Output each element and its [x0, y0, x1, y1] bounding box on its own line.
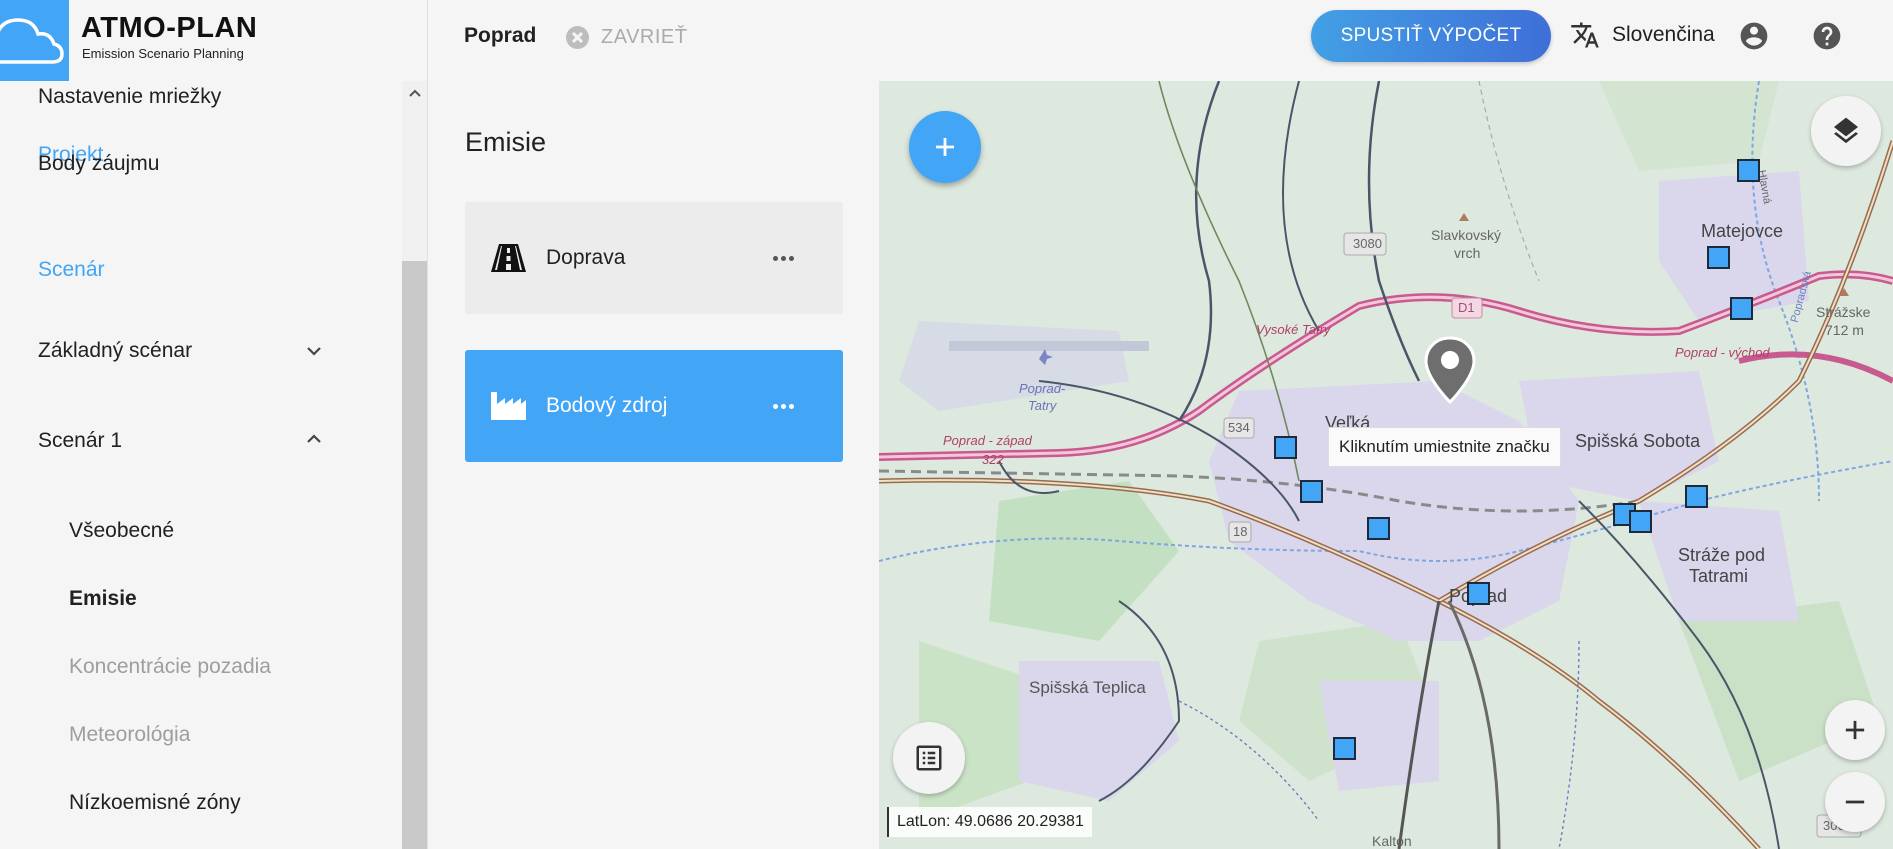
sidebar-scrollbar-thumb[interactable]	[402, 261, 427, 849]
add-source-button[interactable]	[909, 111, 981, 183]
map-label-poprad-zapad: Poprad - západ	[943, 433, 1032, 448]
sidebar-item-emissions[interactable]: Emisie	[69, 587, 137, 611]
map-label-zapad-322: 322	[982, 452, 1004, 467]
emission-marker[interactable]	[1730, 297, 1753, 320]
emissions-panel: Emisie Doprava Bodový zdroj	[429, 81, 879, 849]
more-horizontal-icon[interactable]	[773, 254, 797, 262]
map-label-strazske: Strážske	[1816, 304, 1871, 320]
sidebar-item-scenario-1[interactable]: Scenár 1	[38, 429, 122, 453]
sidebar-item-meteo[interactable]: Meteorológia	[69, 723, 190, 747]
map-label-tatry: Tatry	[1028, 398, 1057, 413]
map-layers-button[interactable]	[1811, 96, 1881, 166]
emission-marker[interactable]	[1707, 246, 1730, 269]
map-shield-d1: D1	[1458, 300, 1475, 315]
emission-marker[interactable]	[1367, 517, 1390, 540]
top-bar: Poprad ZAVRIEŤ SPUSTIŤ VÝPOČET Slovenčin…	[429, 0, 1893, 81]
map-label-tatrami: Tatrami	[1689, 566, 1749, 586]
map-pin-icon	[1424, 336, 1476, 404]
map-label-matejovce: Matejovce	[1701, 221, 1784, 241]
account-icon[interactable]	[1738, 20, 1770, 52]
list-icon	[916, 745, 942, 771]
more-horizontal-icon[interactable]	[773, 402, 797, 410]
map-label-vysoke-tatry: Vysoké Tatry	[1256, 322, 1331, 337]
layers-icon	[1834, 117, 1858, 144]
zoom-in-button[interactable]	[1825, 700, 1885, 760]
emission-card-traffic[interactable]: Doprava	[465, 202, 843, 314]
language-label: Slovenčina	[1612, 23, 1715, 46]
sidebar-nav: Nastavenie mriežky Projekt Body záujmu S…	[0, 81, 428, 849]
card-label: Bodový zdroj	[546, 394, 668, 417]
emission-marker[interactable]	[1737, 159, 1760, 182]
sidebar-item-grid[interactable]: Nastavenie mriežky	[38, 85, 221, 109]
project-title: Poprad	[464, 24, 537, 47]
road-icon	[491, 244, 526, 272]
translate-icon	[1571, 22, 1599, 48]
map-label-kalton: Kaltón	[1372, 833, 1412, 849]
map-shield-18: 18	[1233, 524, 1248, 539]
help-icon[interactable]	[1811, 20, 1843, 52]
panel-title: Emisie	[465, 127, 547, 157]
emission-card-point-source[interactable]: Bodový zdroj	[465, 350, 843, 462]
sidebar-item-base-scenario[interactable]: Základný scénar	[38, 339, 192, 363]
chevron-up-icon[interactable]	[302, 427, 326, 451]
close-circle-icon	[566, 25, 589, 49]
sidebar-item-lez[interactable]: Nízkoemisné zóny	[69, 791, 241, 815]
map-label-poprad-tatry: Poprad-	[1019, 381, 1066, 396]
app-name: ATMO-PLAN	[81, 12, 258, 44]
emission-marker[interactable]	[1274, 436, 1297, 459]
map-label-straze: Stráže pod	[1678, 545, 1766, 565]
map-tooltip: Kliknutím umiestnite značku	[1328, 427, 1561, 467]
emission-marker[interactable]	[1685, 485, 1708, 508]
map-label-strazske-alt: 712 m	[1825, 322, 1864, 338]
factory-icon	[491, 392, 526, 420]
cloud-logo-icon	[0, 0, 69, 81]
sidebar-item-background[interactable]: Koncentrácie pozadia	[69, 655, 271, 679]
map-label-slavkovsky: Slavkovský	[1431, 227, 1502, 243]
emission-marker[interactable]	[1629, 510, 1652, 533]
sidebar-item-general[interactable]: Všeobecné	[69, 519, 174, 543]
close-label: ZAVRIEŤ	[601, 25, 688, 48]
map-label-vrch: vrch	[1454, 245, 1481, 261]
plus-icon	[1845, 720, 1865, 740]
run-calculation-button[interactable]: SPUSTIŤ VÝPOČET	[1311, 10, 1551, 62]
chevron-down-icon[interactable]	[302, 339, 326, 363]
map-label-spisska-teplica: Spišská Teplica	[1029, 678, 1146, 697]
map-shield-3080: 3080	[1353, 236, 1382, 251]
coordinates-readout: LatLon: 49.0686 20.29381	[887, 807, 1092, 837]
sidebar-item-poi[interactable]: Body záujmu	[38, 152, 159, 176]
map-label-spisska-sobota: Spišská Sobota	[1575, 431, 1701, 451]
emission-marker[interactable]	[1467, 582, 1490, 605]
zoom-out-button[interactable]	[1825, 772, 1885, 832]
language-selector[interactable]: Slovenčina	[1570, 20, 1715, 50]
app-logo: ATMO-PLAN Emission Scenario Planning	[0, 0, 428, 81]
map-shield-534: 534	[1228, 420, 1250, 435]
emission-marker[interactable]	[1333, 737, 1356, 760]
legend-list-button[interactable]	[893, 722, 965, 794]
emission-marker[interactable]	[1300, 480, 1323, 503]
map-label-poprad-vychod: Poprad - východ	[1675, 345, 1770, 360]
scroll-up-arrow-icon[interactable]	[406, 85, 424, 103]
minus-icon	[1845, 800, 1865, 804]
map-view[interactable]: Matejovce Slavkovský vrch Strážske 712 m…	[879, 81, 1893, 849]
card-label: Doprava	[546, 246, 626, 269]
plus-icon	[936, 138, 954, 156]
sidebar-section-scenario: Scenár	[38, 258, 105, 281]
close-project-button[interactable]: ZAVRIEŤ	[566, 22, 687, 52]
app-subtitle: Emission Scenario Planning	[82, 46, 244, 61]
